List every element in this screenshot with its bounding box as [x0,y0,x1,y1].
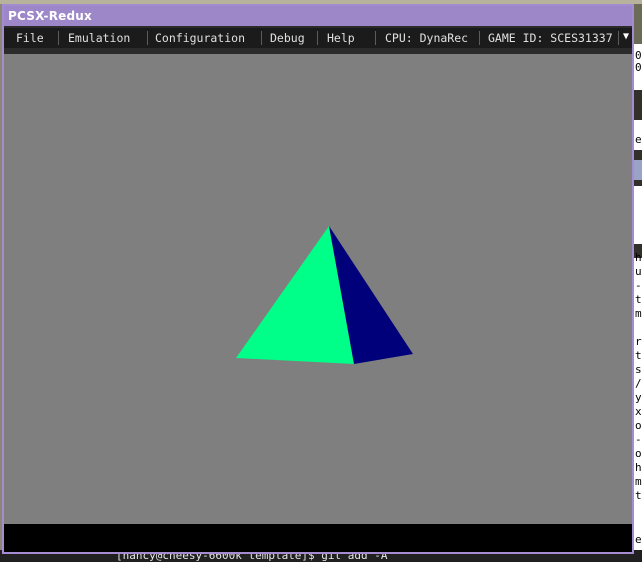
menu-separator [479,31,480,45]
cpu-indicator: CPU: DynaRec [385,31,469,45]
menu-emulation[interactable]: Emulation [68,28,130,48]
background-text: - [635,433,642,446]
background-text: o [635,419,642,432]
status-bar [4,524,632,552]
menu-overflow-arrow-icon[interactable]: ▼ [623,31,629,42]
background-text: e [635,133,642,146]
menu-separator [375,31,376,45]
background-text: t [635,349,642,362]
background-text: 0 [635,49,642,62]
background-text: m [635,307,642,320]
game-id-indicator: GAME ID: SCES31337 [488,31,613,45]
background-text: 0 [635,61,642,74]
menu-separator [147,31,148,45]
game-viewport[interactable] [4,54,632,524]
menu-help[interactable]: Help [327,28,355,48]
background-text: r [635,335,642,348]
background-text: m [635,475,642,488]
rendered-scene [236,226,413,364]
background-text: s [635,363,642,376]
background-text: / [635,377,642,390]
background-text: y [635,391,642,404]
background-text: h [635,461,642,474]
menu-separator [58,31,59,45]
background-text: h [635,251,642,264]
background-text: o [635,447,642,460]
main-menubar: File Emulation Configuration Debug Help … [4,28,632,48]
background-text: u [635,265,642,278]
background-text: t [635,489,642,502]
menu-separator [261,31,262,45]
background-text: t [635,293,642,306]
menu-debug[interactable]: Debug [270,28,305,48]
background-text: e [635,533,642,546]
window-titlebar[interactable]: PCSX-Redux [4,6,632,26]
menu-separator [618,31,619,45]
pcsx-redux-window: PCSX-Redux File Emulation Configuration … [2,4,634,554]
background-text: - [635,279,642,292]
menu-configuration[interactable]: Configuration [155,28,245,48]
background-text: x [635,405,642,418]
background-terminal-window: 0 0 e h u - t m r t s / y x o - o h m t … [634,44,642,562]
menu-separator [317,31,318,45]
window-title: PCSX-Redux [8,9,92,23]
menu-file[interactable]: File [16,28,44,48]
